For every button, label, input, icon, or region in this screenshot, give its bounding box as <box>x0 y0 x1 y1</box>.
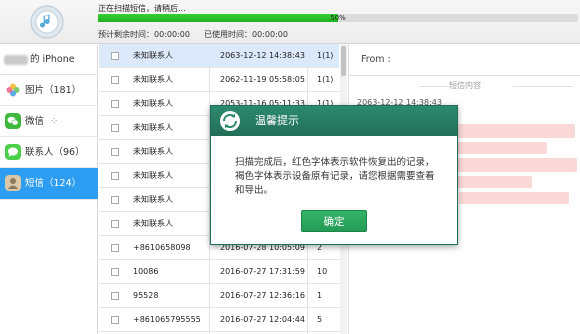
row-checkbox[interactable] <box>111 172 119 180</box>
baidu-jingyan-watermark-icon <box>414 291 568 321</box>
row-checkbox[interactable] <box>111 220 119 228</box>
sidebar-item-label: 图片（181） <box>25 85 82 96</box>
redacted-text <box>457 176 532 188</box>
row-checkbox[interactable] <box>111 268 119 276</box>
message-date: 2062-11-19 05:58:05 <box>220 75 305 84</box>
contact-name: 未知联系人 <box>133 219 173 228</box>
row-checkbox[interactable] <box>111 124 119 132</box>
loading-spinner-icon: ⁘ <box>50 116 59 127</box>
elapsed-time: 已使用时间：00:00:00 <box>204 30 288 39</box>
scan-status-text: 正在扫描短信，请稍后... <box>98 4 186 13</box>
remaining-time: 预计剩余时间：00:00:00 <box>98 30 190 39</box>
contact-name: 未知联系人 <box>133 99 173 108</box>
redacted-text <box>457 158 577 172</box>
row-checkbox[interactable] <box>111 196 119 204</box>
scrollbar-thumb[interactable] <box>341 46 346 76</box>
redacted-text <box>457 142 547 154</box>
contact-name: 未知联系人 <box>133 51 173 60</box>
row-checkbox[interactable] <box>111 148 119 156</box>
device-name: 的 iPhone <box>0 45 98 75</box>
progress-percent: 50% <box>330 14 346 22</box>
blurred-name <box>4 54 28 65</box>
contact-name: 未知联系人 <box>133 195 173 204</box>
chat-bubble-icon <box>5 144 21 160</box>
message-date: 2063-12-12 14:38:43 <box>220 51 305 60</box>
app-window: 正在扫描短信，请稍后... 50% 预计剩余时间：00:00:00 已使用时间：… <box>0 0 580 334</box>
message-count: 5 <box>317 315 323 324</box>
row-checkbox[interactable] <box>111 52 119 60</box>
scan-header: 正在扫描短信，请稍后... 50% 预计剩余时间：00:00:00 已使用时间：… <box>0 0 580 44</box>
section-title: 短信内容 <box>349 80 580 92</box>
table-row[interactable]: 95528 2016-07-27 12:36:16 1 <box>99 284 339 308</box>
refresh-logo-icon <box>220 111 240 131</box>
row-checkbox[interactable] <box>111 76 119 84</box>
contacts-icon <box>5 175 21 191</box>
music-disc-logo-icon <box>30 5 64 39</box>
row-checkbox[interactable] <box>111 316 119 324</box>
contact-name: +861065795555 <box>133 315 201 324</box>
contact-name: +8610658098 <box>133 243 191 252</box>
table-row[interactable]: 10086 2016-07-27 17:31:59 10 <box>99 260 339 284</box>
message-date: 2016-07-27 17:31:59 <box>220 267 305 276</box>
dialog-message: 扫描完成后，红色字体表示软件恢复出的记录，褐色字体表示设备原有记录，请您根据需要… <box>235 157 435 196</box>
ok-button[interactable]: 确定 <box>301 210 367 232</box>
sidebar: 的 iPhone 图片（181） 微信 ⁘ 联系人（96） 短信（124） <box>0 45 98 334</box>
sidebar-item-contacts[interactable]: 联系人（96） <box>0 137 98 168</box>
contact-name: 未知联系人 <box>133 171 173 180</box>
contact-name: 未知联系人 <box>133 75 173 84</box>
message-date: 2016-07-27 12:04:44 <box>220 315 305 324</box>
dialog-header: 温馨提示 <box>211 106 457 136</box>
sidebar-item-label: 联系人（96） <box>25 147 85 158</box>
contact-name: 95528 <box>133 291 159 300</box>
row-checkbox[interactable] <box>111 100 119 108</box>
notice-dialog: 温馨提示 扫描完成后，红色字体表示软件恢复出的记录，褐色字体表示设备原有记录，请… <box>210 105 458 245</box>
redacted-text <box>457 124 575 138</box>
sidebar-item-label: 短信（124） <box>25 178 82 189</box>
sidebar-item-wechat[interactable]: 微信 ⁘ <box>0 106 98 137</box>
table-row[interactable]: 未知联系人 2063-12-12 14:38:43 1(1) <box>99 44 339 68</box>
message-date: 2016-07-27 12:36:16 <box>220 291 305 300</box>
table-row[interactable]: 未知联系人 2062-11-19 05:58:05 1(1) <box>99 68 339 92</box>
contact-name: 未知联系人 <box>133 123 173 132</box>
sidebar-item-label: 微信 <box>25 116 45 127</box>
dialog-title: 温馨提示 <box>255 114 299 127</box>
scan-progress-bar: 50% <box>98 14 578 22</box>
message-count: 1(1) <box>317 51 334 60</box>
table-row[interactable]: +861065795555 2016-07-27 12:04:44 5 <box>99 308 339 332</box>
row-checkbox[interactable] <box>111 292 119 300</box>
message-count: 10 <box>317 267 328 276</box>
message-count: 1(1) <box>317 75 334 84</box>
contact-name: 未知联系人 <box>133 147 173 156</box>
row-checkbox[interactable] <box>111 244 119 252</box>
sidebar-item-messages[interactable]: 短信（124） <box>0 168 98 200</box>
photos-icon <box>6 83 20 97</box>
contact-name: 10086 <box>133 267 159 276</box>
sidebar-item-photos[interactable]: 图片（181） <box>0 75 98 106</box>
from-label: From : <box>349 44 580 76</box>
wechat-icon <box>5 113 21 129</box>
message-count: 1 <box>317 291 323 300</box>
redacted-text <box>459 192 569 204</box>
